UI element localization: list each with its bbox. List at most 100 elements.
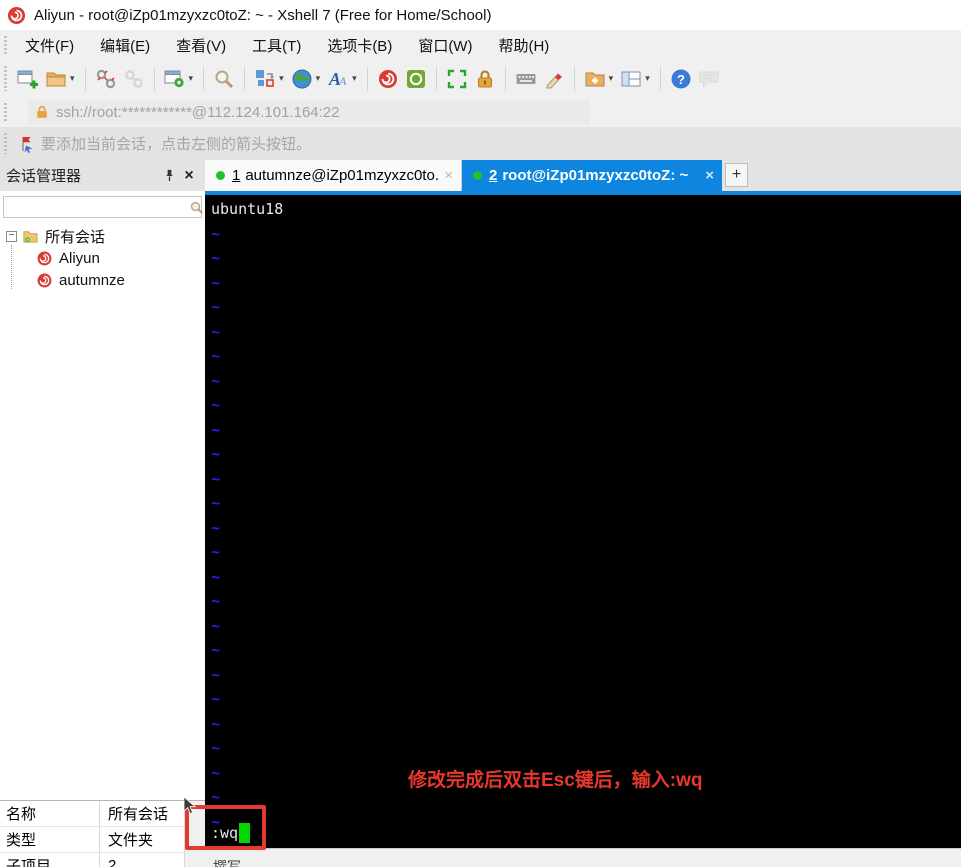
session-tree-root-label: 所有会话 [45,228,106,246]
reconnect-button [120,65,148,93]
tree-connector [11,245,12,289]
xftp-button[interactable] [402,65,430,93]
infobar-grip[interactable] [4,133,7,154]
dropdown-caret-icon[interactable]: ▾ [189,73,194,84]
new-tab-button[interactable]: + [725,163,748,187]
collapse-icon[interactable]: − [6,230,17,242]
sessions-folder-icon [22,228,39,245]
lock-screen-button[interactable] [471,65,499,93]
properties-button[interactable]: ▾ [161,65,198,93]
menu-item-window[interactable]: 窗口(W) [405,31,485,60]
dropdown-caret-icon[interactable]: ▾ [70,73,75,84]
menubar-grip[interactable] [4,36,7,54]
address-field[interactable]: ssh://root:************@112.124.101.164:… [28,100,590,124]
menu-item-view[interactable]: 查看(V) [163,31,239,60]
session-search-box[interactable] [3,196,203,218]
new-session-button[interactable] [14,65,42,93]
terminal-empty-line: ~ [211,616,221,635]
property-value: 文件夹 [108,832,154,849]
property-row[interactable]: 类型 文件夹 [0,827,184,853]
fullscreen-button[interactable] [443,65,471,93]
menu-item-help[interactable]: 帮助(H) [485,31,562,60]
lock-screen-icon [474,68,496,90]
menu-item-file[interactable]: 文件(F) [12,31,87,60]
property-row[interactable]: 名称 所有会话 [0,801,184,827]
title-bar[interactable]: Aliyun - root@iZp01mzyxzc0toZ: ~ - Xshel… [0,0,961,30]
terminal-empty-line: ~ [211,298,221,316]
terminal-empty-line: ~ [211,690,221,708]
toolbar-separator [573,66,575,91]
menu-item-tools[interactable]: 工具(T) [239,31,314,60]
session-tab-1[interactable]: 1 autumnze@iZp01mzyxzc0to... × [205,160,462,191]
dropdown-caret-icon[interactable]: ▾ [645,73,650,84]
highlight-button[interactable] [540,65,568,93]
terminal-empty-line: ~ [211,812,221,831]
toolbar-separator [435,66,437,91]
dropdown-caret-icon[interactable]: ▾ [316,73,321,84]
session-search-input[interactable] [4,198,189,216]
virtual-keyboard-button[interactable] [512,65,540,93]
disconnect-button[interactable] [92,65,120,93]
reconnect-icon [123,68,145,90]
toolbar-separator [504,66,506,91]
session-tree: − 所有会话 Aliyun autumnze [0,225,205,291]
tab-close-icon[interactable]: × [444,167,453,184]
addressbar-grip[interactable] [4,103,7,121]
terminal-empty-line: ~ [211,567,221,586]
properties-scroll-strip[interactable] [184,800,205,867]
terminal-empty-line: ~ [211,249,221,267]
close-panel-button[interactable]: × [179,166,199,186]
address-bar: ssh://root:************@112.124.101.164:… [0,97,961,127]
session-tree-children: Aliyun autumnze [0,247,205,291]
session-item-autumnze[interactable]: autumnze [0,269,205,291]
pane-layout-button[interactable]: ▾ [617,65,654,93]
menu-item-tab[interactable]: 选项卡(B) [314,31,405,60]
property-row[interactable]: 子项目 2 [0,853,184,867]
dropdown-caret-icon[interactable]: ▾ [279,73,284,84]
open-button[interactable]: ▾ [42,65,79,93]
terminal-view[interactable]: ubuntu18 ~ ~ ~ ~ ~ ~ ~ ~ ~ ~ ~ ~ ~ ~ ~ ~ ~ ~ ~ ~ ~ ~ ~ ~ ~ 修改完成后双… [205,195,961,848]
annotation-text: 修改完成后双击Esc键后，输入:wq [408,770,703,791]
font-button[interactable]: A A ▾ [324,65,361,93]
svg-text:A: A [338,74,347,88]
session-tree-root[interactable]: − 所有会话 [0,225,205,247]
new-session-icon [17,68,39,90]
session-tab-2[interactable]: 2 root@iZp01mzyxzc0toZ: ~ × [462,160,722,191]
dropdown-caret-icon[interactable]: ▾ [352,73,357,84]
dropdown-caret-icon[interactable]: ▾ [609,73,614,84]
compose-bar[interactable]: 撰写 [205,848,961,867]
toolbar-separator [244,66,246,91]
toolbar-group: ▾ [161,65,198,93]
xshell-button[interactable] [374,65,402,93]
terminal-empty-line: ~ [211,494,221,512]
menu-item-edit[interactable]: 编辑(E) [87,31,163,60]
help-button[interactable]: ? [667,65,695,93]
session-manager-header: 会话管理器 × [0,160,205,191]
tab-strip: 1 autumnze@iZp01mzyxzc0to... × 2 root@iZp01m… [205,160,748,191]
toolbar-grip[interactable] [4,66,7,91]
disconnect-icon [95,68,117,90]
fullscreen-icon [446,68,468,90]
font-icon: AA [327,68,349,90]
web-icon [291,68,313,90]
xshell-window: Aliyun - root@iZp01mzyxzc0toZ: ~ - Xshel… [0,0,961,867]
property-name: 类型 [0,827,100,852]
session-item-aliyun[interactable]: Aliyun [0,247,205,269]
session-manager-title: 会话管理器 [6,168,82,185]
web-button[interactable]: ▾ [288,65,325,93]
xshell-logo-icon [7,6,26,25]
toolbar-separator [203,66,205,91]
toolbar-group: ▾ [14,65,79,93]
terminal-empty-line: ~ [211,469,221,488]
arrange-button[interactable]: ▾ [251,65,288,93]
tab-row: 会话管理器 × 1 autumnze@iZp01mzyxzc0to... × 2 roo… [0,160,961,191]
tab-close-icon[interactable]: × [705,167,714,184]
terminal-empty-line: ~ [211,371,221,390]
toolbar-group: ? [667,65,723,93]
help-icon: ? [670,68,692,90]
find-button[interactable] [210,65,238,93]
window-title: Aliyun - root@iZp01mzyxzc0toZ: ~ - Xshel… [34,6,492,24]
new-folder-button[interactable]: ▾ [581,65,618,93]
property-value: 所有会话 [108,806,169,823]
pin-button[interactable] [159,166,179,186]
